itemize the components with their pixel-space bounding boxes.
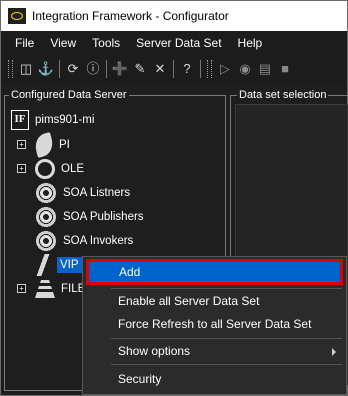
script-icon[interactable]: ▤: [258, 62, 272, 76]
delete-icon[interactable]: ✕: [153, 62, 167, 76]
ole-icon: [35, 159, 55, 179]
grip-icon[interactable]: [8, 60, 13, 78]
tree-root-label: pims901-mi: [35, 114, 95, 126]
file-icon: [35, 280, 55, 298]
menu-separator: [111, 364, 342, 365]
tree-node-soa-listners[interactable]: SOA Listners: [35, 181, 130, 205]
menu-item-show-options[interactable]: Show options: [83, 339, 346, 363]
refresh-icon[interactable]: ⟳: [66, 62, 80, 76]
expand-icon[interactable]: +: [17, 284, 26, 293]
anchor-icon[interactable]: ⚓: [38, 62, 54, 76]
submenu-arrow-icon: [332, 348, 336, 356]
menu-server-data-set[interactable]: Server Data Set: [128, 31, 229, 55]
menu-item-label: Show options: [118, 344, 191, 358]
tree-node-label: OLE: [61, 163, 85, 175]
toolbar-separator: [173, 60, 174, 78]
menu-item-force-refresh[interactable]: Force Refresh to all Server Data Set: [83, 312, 346, 336]
toolbar-separator: [106, 60, 107, 78]
help-icon[interactable]: ?: [180, 62, 194, 76]
menu-item-security[interactable]: Security: [83, 367, 346, 391]
gear-icon: [35, 206, 57, 228]
gear-icon: [35, 230, 57, 252]
leaf-icon: [32, 132, 56, 158]
panel-title: Data set selection: [237, 88, 329, 102]
gear-icon: [35, 182, 57, 204]
import-icon[interactable]: ◫: [19, 62, 33, 76]
menu-item-add[interactable]: Add: [86, 259, 343, 285]
tree-node-label: VIP: [57, 257, 82, 273]
info-icon[interactable]: ⓘ: [86, 62, 100, 76]
tree-node-label: PI: [59, 139, 70, 151]
expand-icon[interactable]: +: [17, 140, 26, 149]
menu-item-enable-all[interactable]: Enable all Server Data Set: [83, 289, 346, 313]
tree-node-pi[interactable]: PI: [32, 132, 70, 158]
configurator-window: Integration Framework - Configurator Fil…: [0, 0, 348, 396]
tree-node-soa-invokers[interactable]: SOA Invokers: [35, 229, 133, 253]
add-icon[interactable]: ➕: [112, 62, 128, 76]
grip-icon[interactable]: [207, 60, 212, 78]
menu-bar: File View Tools Server Data Set Help: [1, 31, 347, 55]
app-icon: [8, 8, 26, 24]
tree-node-ole[interactable]: OLE: [35, 157, 84, 181]
watch-icon[interactable]: ◉: [238, 62, 252, 76]
toolbar: ◫ ⚓ ⟳ ⓘ ➕ ✎ ✕ ? ▷ ◉ ▤ ■: [1, 55, 347, 83]
server-icon: IF: [11, 110, 29, 130]
tree-root[interactable]: IF pims901-mi: [11, 108, 94, 132]
toolbar-separator: [59, 60, 60, 78]
menu-tools[interactable]: Tools: [84, 31, 128, 55]
tree-node-vip[interactable]: VIP: [35, 253, 82, 277]
tree-node-label: SOA Listners: [63, 187, 131, 199]
edit-icon[interactable]: ✎: [133, 62, 147, 76]
panel-title: Configured Data Server: [9, 88, 129, 102]
stop-icon[interactable]: ■: [278, 62, 292, 76]
title-bar: Integration Framework - Configurator: [1, 1, 347, 31]
toolbar-separator: [200, 60, 201, 78]
play-icon[interactable]: ▷: [218, 62, 232, 76]
context-menu: Add Enable all Server Data Set Force Ref…: [82, 256, 347, 395]
tree-node-soa-publishers[interactable]: SOA Publishers: [35, 205, 144, 229]
menu-view[interactable]: View: [42, 31, 84, 55]
menu-help[interactable]: Help: [230, 31, 271, 55]
tree-node-label: SOA Invokers: [63, 235, 134, 247]
window-title: Integration Framework - Configurator: [32, 9, 229, 23]
tree-node-file[interactable]: FILE: [35, 277, 85, 301]
tree-node-label: SOA Publishers: [63, 211, 144, 223]
expand-icon[interactable]: +: [17, 164, 26, 173]
menu-file[interactable]: File: [1, 31, 42, 55]
vip-icon: [35, 254, 51, 276]
